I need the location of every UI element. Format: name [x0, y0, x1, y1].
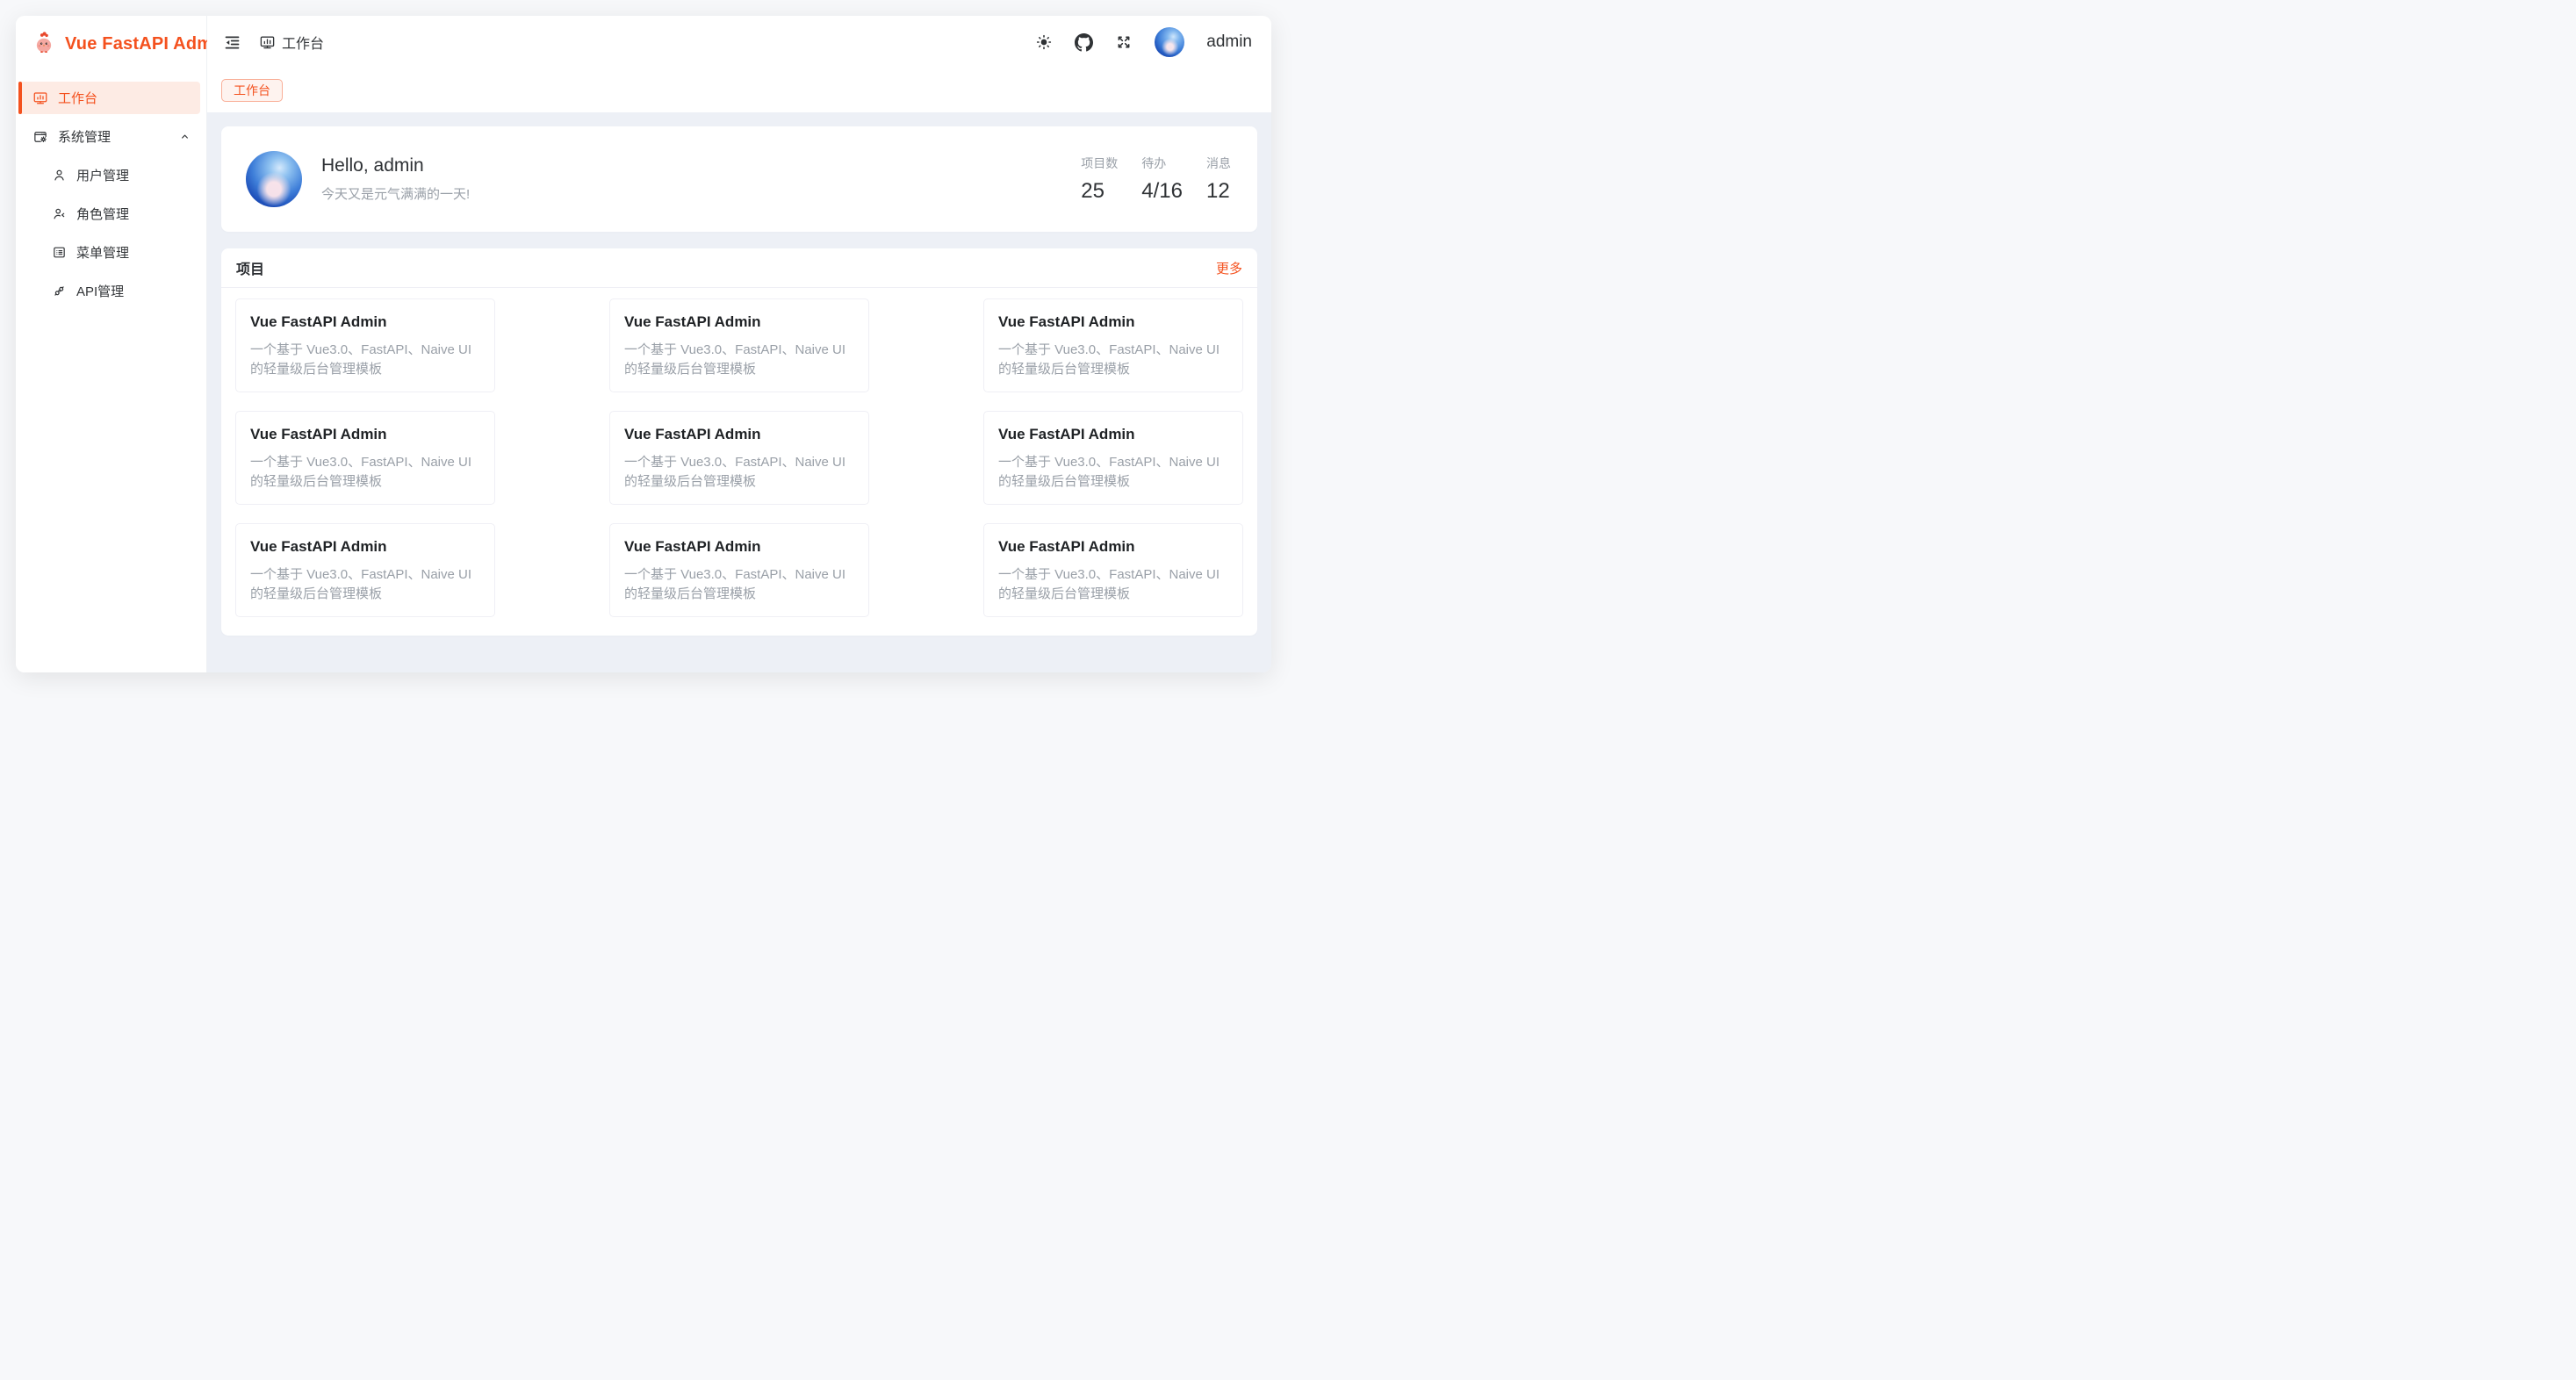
project-card-title: Vue FastAPI Admin	[998, 426, 1228, 443]
project-card-description: 一个基于 Vue3.0、FastAPI、Naive UI 的轻量级后台管理模板	[624, 565, 854, 604]
fullscreen-icon[interactable]	[1115, 33, 1133, 51]
api-plug-icon	[52, 284, 67, 298]
stat-todos: 待办 4/16	[1141, 155, 1183, 204]
sidebar-item-api[interactable]: API管理	[18, 275, 200, 307]
project-card-description: 一个基于 Vue3.0、FastAPI、Naive UI 的轻量级后台管理模板	[250, 453, 480, 492]
stat-value: 4/16	[1141, 179, 1183, 204]
project-grid: Vue FastAPI Admin 一个基于 Vue3.0、FastAPI、Na…	[221, 288, 1257, 636]
projects-header: 项目 更多	[221, 248, 1257, 288]
project-card-title: Vue FastAPI Admin	[624, 313, 854, 331]
stat-value: 25	[1081, 179, 1105, 204]
username[interactable]: admin	[1206, 32, 1252, 52]
sidebar-item-label: 用户管理	[76, 166, 129, 184]
stat-messages: 消息 12	[1206, 155, 1231, 204]
app-window: Vue FastAPI Admin 工作台	[16, 16, 1271, 672]
project-card-description: 一个基于 Vue3.0、FastAPI、Naive UI 的轻量级后台管理模板	[250, 341, 480, 379]
project-card[interactable]: Vue FastAPI Admin 一个基于 Vue3.0、FastAPI、Na…	[609, 411, 869, 505]
top-header: 工作台	[207, 16, 1271, 68]
workbench-icon	[32, 90, 48, 106]
project-card-description: 一个基于 Vue3.0、FastAPI、Naive UI 的轻量级后台管理模板	[998, 453, 1228, 492]
project-card[interactable]: Vue FastAPI Admin 一个基于 Vue3.0、FastAPI、Na…	[235, 411, 495, 505]
sidebar-item-label: 工作台	[58, 89, 97, 107]
collapse-sidebar-icon[interactable]	[223, 33, 241, 52]
welcome-avatar	[246, 151, 302, 207]
stat-value: 12	[1206, 179, 1230, 204]
project-card-title: Vue FastAPI Admin	[250, 426, 480, 443]
project-card-description: 一个基于 Vue3.0、FastAPI、Naive UI 的轻量级后台管理模板	[624, 341, 854, 379]
logo-title: Vue FastAPI Admin	[65, 34, 228, 54]
stat-projects: 项目数 25	[1081, 155, 1118, 204]
page-content: Hello, admin 今天又是元气满满的一天! 项目数 25 待办 4/16…	[207, 112, 1271, 672]
project-card[interactable]: Vue FastAPI Admin 一个基于 Vue3.0、FastAPI、Na…	[983, 298, 1243, 392]
system-settings-icon	[32, 129, 48, 145]
header-actions: admin	[1035, 27, 1252, 57]
project-card-title: Vue FastAPI Admin	[998, 313, 1228, 331]
project-card-title: Vue FastAPI Admin	[624, 538, 854, 556]
sidebar-item-label: 系统管理	[58, 127, 111, 146]
project-card[interactable]: Vue FastAPI Admin 一个基于 Vue3.0、FastAPI、Na…	[983, 523, 1243, 617]
stat-label: 项目数	[1081, 155, 1118, 172]
project-card-description: 一个基于 Vue3.0、FastAPI、Naive UI 的轻量级后台管理模板	[998, 341, 1228, 379]
logo[interactable]: Vue FastAPI Admin	[16, 16, 206, 72]
sidebar: Vue FastAPI Admin 工作台	[16, 16, 207, 672]
projects-more-link[interactable]: 更多	[1216, 259, 1242, 277]
breadcrumb[interactable]: 工作台	[259, 32, 324, 53]
breadcrumb-label: 工作台	[282, 32, 324, 53]
project-card-title: Vue FastAPI Admin	[998, 538, 1228, 556]
project-card-description: 一个基于 Vue3.0、FastAPI、Naive UI 的轻量级后台管理模板	[624, 453, 854, 492]
project-card[interactable]: Vue FastAPI Admin 一个基于 Vue3.0、FastAPI、Na…	[983, 411, 1243, 505]
project-card-title: Vue FastAPI Admin	[624, 426, 854, 443]
sidebar-menu: 工作台	[16, 72, 206, 313]
chick-logo-icon	[31, 31, 57, 57]
main-area: 工作台	[207, 16, 1271, 672]
stats: 项目数 25 待办 4/16 消息 12	[1081, 155, 1231, 204]
github-icon[interactable]	[1075, 33, 1093, 52]
project-card[interactable]: Vue FastAPI Admin 一个基于 Vue3.0、FastAPI、Na…	[235, 523, 495, 617]
project-card-title: Vue FastAPI Admin	[250, 538, 480, 556]
sidebar-item-workbench[interactable]: 工作台	[18, 82, 200, 114]
menu-list-icon	[52, 245, 67, 260]
stat-label: 消息	[1206, 155, 1231, 172]
projects-panel: 项目 更多 Vue FastAPI Admin 一个基于 Vue3.0、Fast…	[221, 248, 1257, 636]
project-card[interactable]: Vue FastAPI Admin 一个基于 Vue3.0、FastAPI、Na…	[609, 298, 869, 392]
project-card-description: 一个基于 Vue3.0、FastAPI、Naive UI 的轻量级后台管理模板	[998, 565, 1228, 604]
tag-workbench[interactable]: 工作台	[221, 79, 283, 102]
workbench-icon	[259, 34, 276, 51]
welcome-text: Hello, admin 今天又是元气满满的一天!	[321, 155, 470, 203]
stat-label: 待办	[1141, 155, 1166, 172]
project-card[interactable]: Vue FastAPI Admin 一个基于 Vue3.0、FastAPI、Na…	[235, 298, 495, 392]
user-icon	[52, 168, 67, 183]
project-card[interactable]: Vue FastAPI Admin 一个基于 Vue3.0、FastAPI、Na…	[609, 523, 869, 617]
sidebar-item-label: API管理	[76, 282, 124, 300]
sidebar-item-users[interactable]: 用户管理	[18, 159, 200, 191]
sidebar-item-label: 菜单管理	[76, 243, 129, 262]
welcome-card: Hello, admin 今天又是元气满满的一天! 项目数 25 待办 4/16…	[221, 126, 1257, 232]
welcome-greeting: Hello, admin	[321, 155, 470, 176]
welcome-message: 今天又是元气满满的一天!	[321, 184, 470, 203]
user-avatar[interactable]	[1155, 27, 1184, 57]
sidebar-item-roles[interactable]: 角色管理	[18, 198, 200, 230]
sidebar-item-system[interactable]: 系统管理	[18, 120, 200, 153]
sun-icon[interactable]	[1035, 33, 1053, 51]
sidebar-item-menus[interactable]: 菜单管理	[18, 236, 200, 269]
sidebar-item-label: 角色管理	[76, 205, 129, 223]
role-icon	[52, 206, 67, 221]
chevron-up-icon	[178, 130, 191, 143]
project-card-description: 一个基于 Vue3.0、FastAPI、Naive UI 的轻量级后台管理模板	[250, 565, 480, 604]
tag-bar: 工作台	[207, 68, 1271, 112]
projects-title: 项目	[236, 257, 264, 278]
project-card-title: Vue FastAPI Admin	[250, 313, 480, 331]
